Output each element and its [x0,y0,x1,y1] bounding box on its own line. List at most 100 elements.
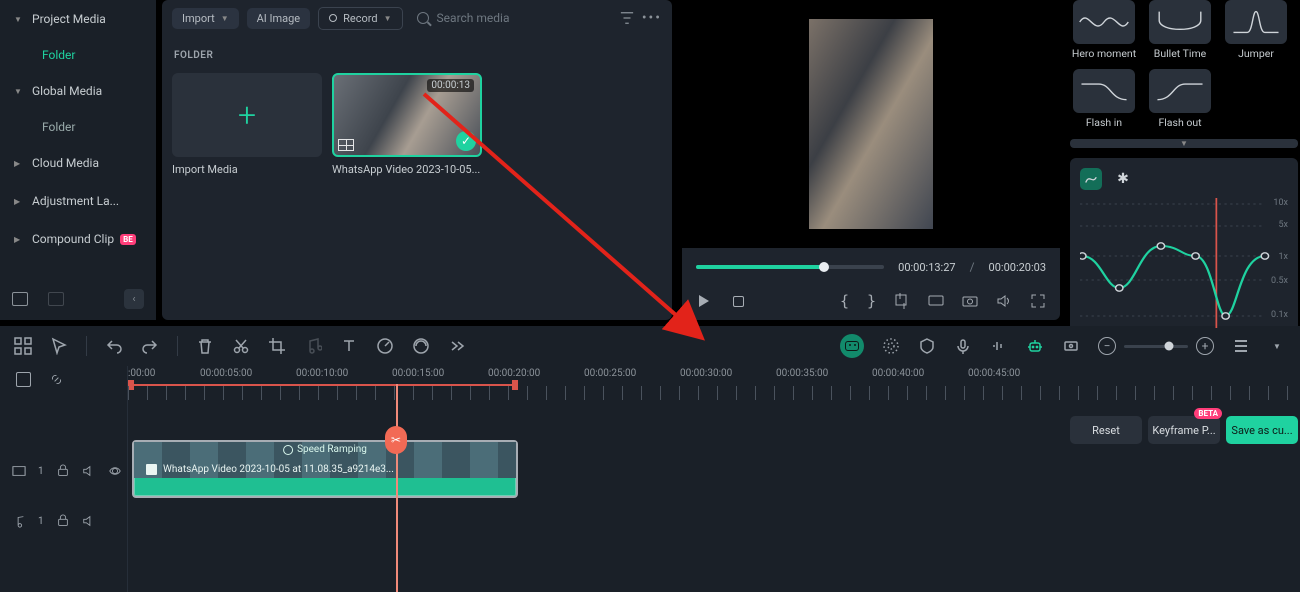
sidebar-item-project-media[interactable]: ▼ Project Media [0,0,156,38]
marker-button[interactable] [1062,337,1080,355]
track-headers: 1 1 [0,366,128,592]
volume-button[interactable] [996,293,1012,309]
music-button[interactable] [304,337,322,355]
redo-button[interactable] [141,337,159,355]
timeline-clip[interactable]: Speed Ramping WhatsApp Video 2023-10-05 … [132,440,518,498]
display-button[interactable] [928,293,944,309]
ai-tools-button[interactable] [1026,337,1044,355]
track-height-button[interactable] [1232,337,1250,355]
speed-button[interactable] [376,337,394,355]
snowflake-icon: ✱ [1117,171,1129,187]
speed-graph[interactable]: 10x 5x 1x 0.5x 0.1x [1080,198,1288,328]
timeline-zoom: − + [1098,337,1214,355]
enhance-button[interactable] [882,337,900,355]
filter-icon[interactable] [620,11,634,25]
sidebar-item-cloud-media[interactable]: ▶ Cloud Media [0,144,156,182]
sidebar-item-global-media[interactable]: ▼ Global Media [0,72,156,110]
y-tick: 5x [1278,220,1288,230]
toggle-thumbnails-button[interactable] [16,372,31,387]
preset-hero-moment[interactable]: Hero moment [1070,0,1138,61]
delete-button[interactable] [196,337,214,355]
color-button[interactable] [412,337,430,355]
current-time: 00:00:13:27 [898,261,955,274]
ruler-label: 00:00:35:00 [776,368,828,379]
selection-icon[interactable] [50,337,68,355]
crop-button[interactable] [268,337,286,355]
media-clip[interactable]: 00:00:13 ✓ WhatsApp Video 2023-10-05... [332,73,482,176]
preset-bullet-time[interactable]: Bullet Time [1146,0,1214,61]
robot-face-icon [845,341,859,351]
sidebar-sub-folder[interactable]: Folder [0,38,156,72]
collapse-sidebar-button[interactable]: ‹ [124,289,144,309]
new-folder-icon[interactable] [12,292,28,306]
ruler-label: 00:00:20:00 [488,368,540,379]
tab-freeze[interactable]: ✱ [1112,168,1134,190]
preview-panel: 00:00:13:27 / 00:00:20:03 { } [682,0,1060,320]
preset-flash-in[interactable]: Flash in [1070,69,1138,130]
play-button[interactable] [696,293,712,309]
preset-jumper[interactable]: Jumper [1222,0,1290,61]
y-tick: 10x [1273,198,1288,208]
fullscreen-button[interactable] [1030,293,1046,309]
stop-button[interactable] [730,293,746,309]
time-separator: / [970,260,975,274]
ai-image-button[interactable]: AI Image [247,8,311,29]
voice-button[interactable] [954,337,972,355]
plus-icon: + [238,96,256,134]
chevron-right-icon: ▶ [14,159,24,168]
beta-badge: BE [120,234,136,245]
layout-icon[interactable] [14,337,32,355]
track-options-button[interactable]: ▼ [1268,337,1286,355]
mark-in-button[interactable]: { [840,292,849,310]
sidebar-item-label: Project Media [32,12,106,26]
more-tools-button[interactable] [448,337,466,355]
link-toggle-button[interactable] [49,372,64,387]
mask-button[interactable] [918,337,936,355]
project-sidebar: ▼ Project Media Folder ▼ Global Media Fo… [0,0,156,320]
preset-flash-out[interactable]: Flash out [1146,69,1214,130]
import-menu[interactable]: Import ▼ [172,8,239,29]
record-icon [329,14,337,22]
check-icon: ✓ [456,131,476,151]
ruler-label: 00:00:40:00 [872,368,924,379]
sidebar-item-compound-clip[interactable]: ▶ Compound Clip BE [0,220,156,258]
video-track-header[interactable]: 1 [0,442,127,500]
sidebar-sub-folder[interactable]: Folder [0,110,156,144]
audio-fx-button[interactable] [990,337,1008,355]
timeline-ruler[interactable]: :00:00 00:00:05:00 00:00:10:00 00:00:15:… [128,366,1300,400]
speed-icon [283,445,293,455]
split-button[interactable] [232,337,250,355]
search-placeholder: Search media [437,11,510,25]
total-time: 00:00:20:03 [989,261,1046,274]
chevron-right-icon: ▶ [14,235,24,244]
new-bin-icon[interactable] [48,292,64,306]
ai-assistant-button[interactable] [840,334,864,358]
track-index: 1 [38,466,44,477]
mark-out-button[interactable]: } [867,292,876,310]
preview-stage[interactable] [682,0,1060,248]
progress-slider[interactable] [696,265,884,269]
zoom-out-button[interactable]: − [1098,337,1116,355]
audio-track-header[interactable]: 1 [0,500,127,542]
import-media-card[interactable]: + Import Media [172,73,322,176]
clip-tag: Speed Ramping [283,444,367,455]
clip-label: WhatsApp Video 2023-10-05 at 11.08.35_a9… [146,464,394,475]
more-icon[interactable]: ••• [642,10,662,26]
zoom-slider[interactable] [1124,345,1188,348]
import-media-label: Import Media [172,163,322,176]
sidebar-item-adjustment-layer[interactable]: ▶ Adjustment La... [0,182,156,220]
inspector-panel: Hero moment Bullet Time Jumper Flash in … [1070,0,1300,320]
sidebar-item-label: Adjustment La... [32,194,119,208]
tab-curve[interactable] [1080,168,1102,190]
crop-button[interactable] [894,293,910,309]
record-menu[interactable]: Record ▼ [318,7,402,30]
ai-image-label: AI Image [257,12,301,25]
snapshot-button[interactable] [962,293,978,309]
presets-dropdown[interactable]: ▼ [1070,139,1298,148]
ruler-label: 00:00:15:00 [392,368,444,379]
zoom-in-button[interactable]: + [1196,337,1214,355]
search-input[interactable]: Search media [411,11,612,25]
text-button[interactable] [340,337,358,355]
undo-button[interactable] [105,337,123,355]
ruler-label: 00:00:25:00 [584,368,636,379]
